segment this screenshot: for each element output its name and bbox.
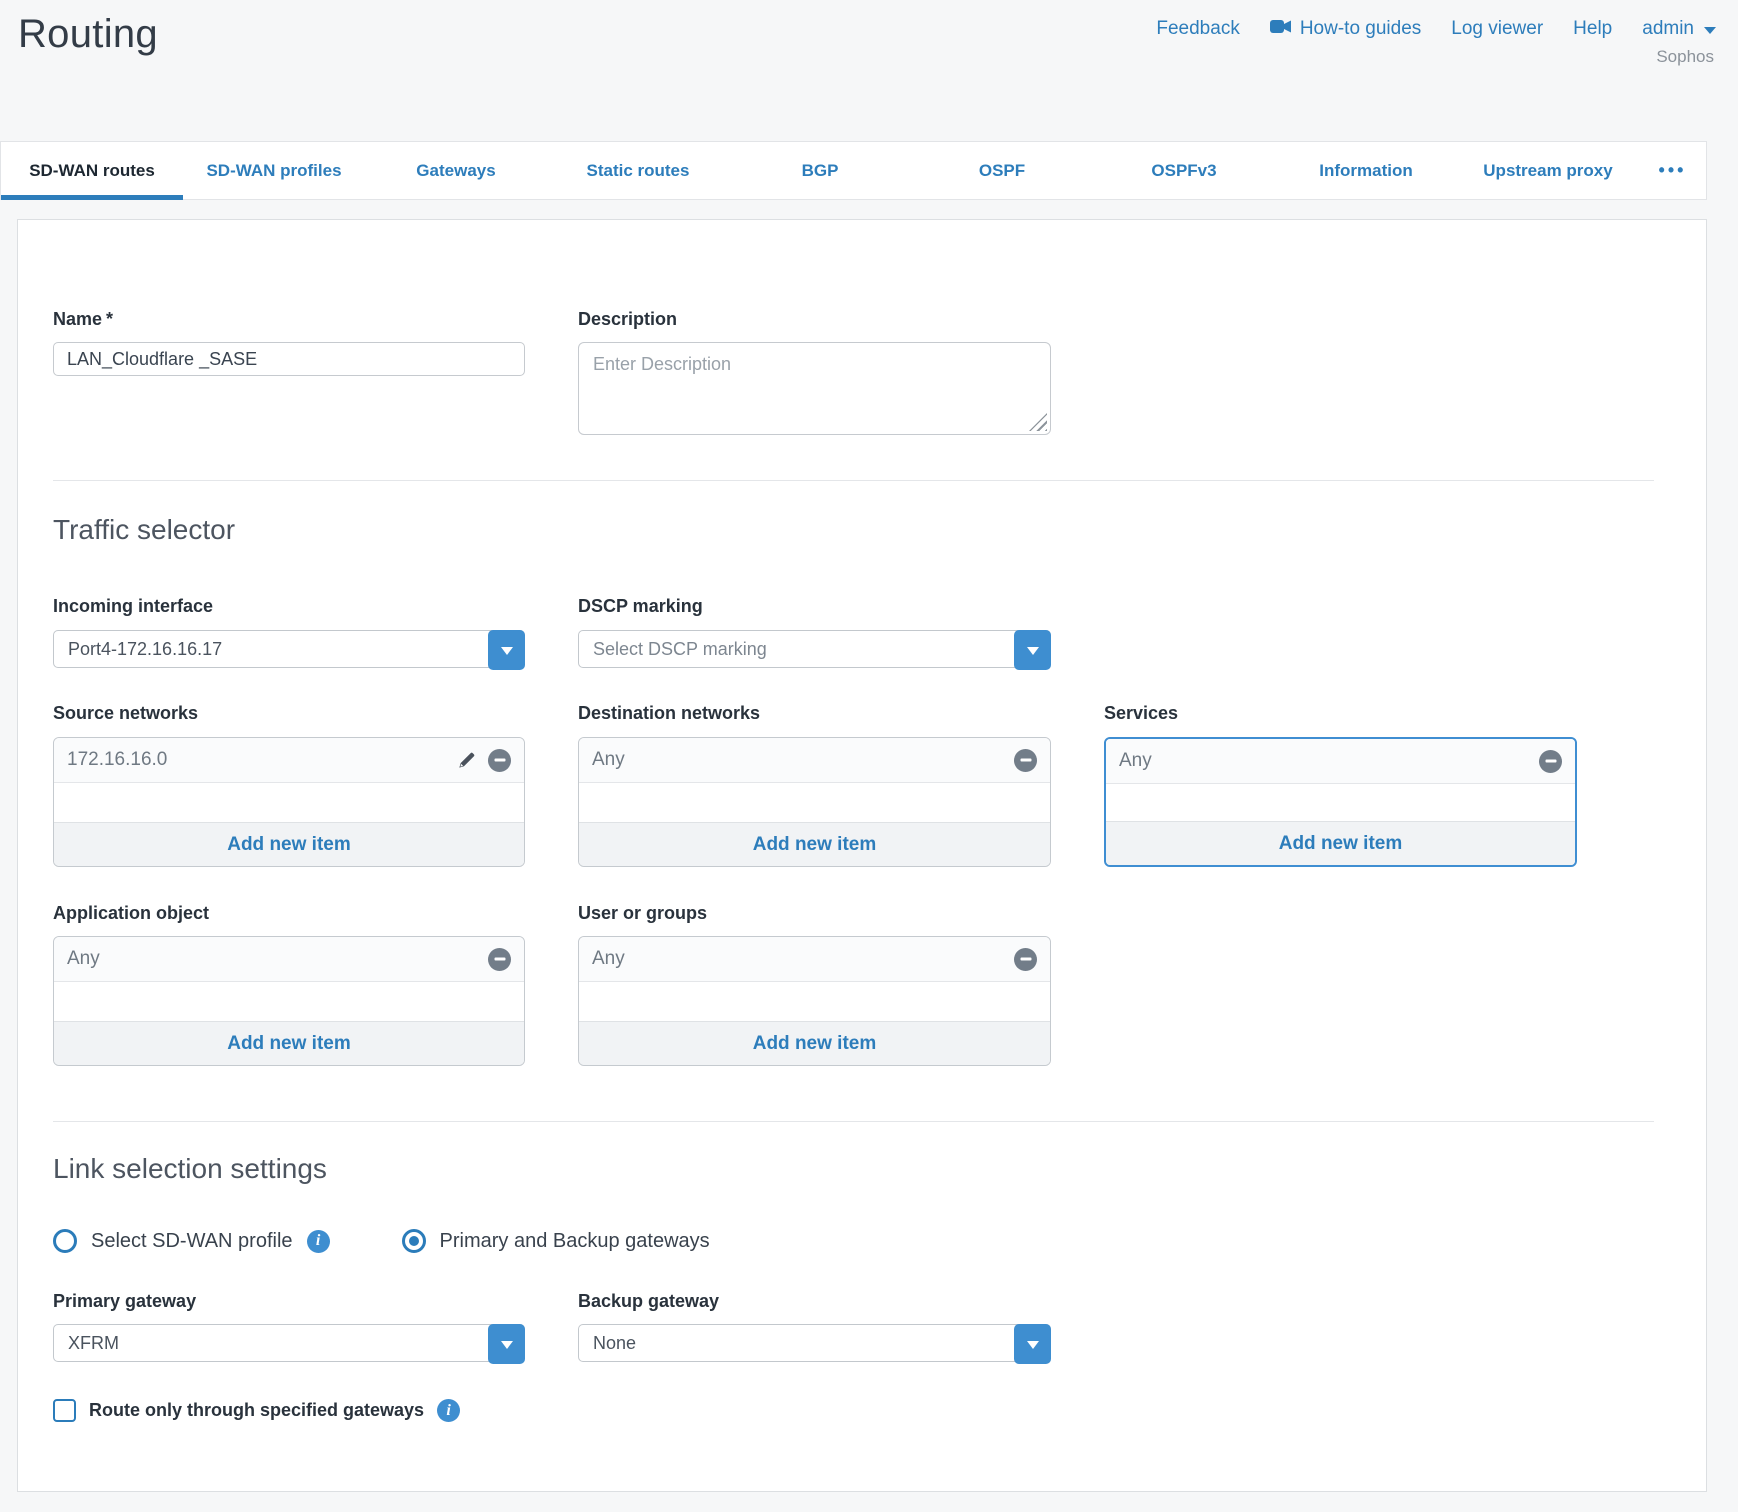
list-item: 172.16.16.0 bbox=[54, 738, 524, 783]
add-new-item-button[interactable]: Add new item bbox=[54, 1021, 524, 1065]
section-divider bbox=[53, 1121, 1654, 1122]
traffic-selector-heading: Traffic selector bbox=[53, 514, 1575, 546]
edit-icon[interactable] bbox=[456, 749, 478, 771]
more-tabs-button[interactable]: ••• bbox=[1639, 142, 1706, 199]
sdwan-route-form-card: Name* Description Traffic selector Incom… bbox=[17, 219, 1707, 1492]
info-icon[interactable]: i bbox=[307, 1230, 330, 1253]
description-label: Description bbox=[578, 309, 1051, 330]
tab-bgp[interactable]: BGP bbox=[729, 142, 911, 199]
source-networks-panel: 172.16.16.0 Add new item bbox=[53, 737, 525, 867]
application-object-label: Application object bbox=[53, 903, 525, 924]
brand-label: Sophos bbox=[1656, 47, 1714, 67]
destination-networks-panel: Any Add new item bbox=[578, 737, 1051, 867]
video-camera-icon bbox=[1270, 18, 1292, 40]
dscp-marking-label: DSCP marking bbox=[578, 596, 1051, 617]
list-item: Any bbox=[1106, 739, 1575, 784]
remove-icon[interactable] bbox=[488, 749, 511, 772]
route-only-checkbox[interactable] bbox=[53, 1399, 76, 1422]
add-new-item-button[interactable]: Add new item bbox=[1106, 821, 1575, 865]
radio-select-sdwan-profile[interactable] bbox=[53, 1229, 77, 1253]
tab-static-routes[interactable]: Static routes bbox=[547, 142, 729, 199]
application-object-panel: Any Add new item bbox=[53, 936, 525, 1066]
dropdown-arrow-icon[interactable] bbox=[488, 1324, 525, 1364]
page-title: Routing bbox=[18, 8, 158, 57]
add-new-item-button[interactable]: Add new item bbox=[54, 822, 524, 866]
routing-tabbar: SD-WAN routes SD-WAN profiles Gateways S… bbox=[0, 141, 1707, 200]
incoming-interface-label: Incoming interface bbox=[53, 596, 525, 617]
dropdown-arrow-icon[interactable] bbox=[1014, 1324, 1051, 1364]
name-label: Name* bbox=[53, 309, 525, 330]
tab-sdwan-profiles[interactable]: SD-WAN profiles bbox=[183, 142, 365, 199]
section-divider bbox=[53, 480, 1654, 481]
dscp-marking-select[interactable]: Select DSCP marking bbox=[578, 630, 1051, 668]
admin-menu[interactable]: admin bbox=[1642, 18, 1716, 40]
tab-upstream-proxy[interactable]: Upstream proxy bbox=[1457, 142, 1639, 199]
incoming-interface-select[interactable]: Port4-172.16.16.17 bbox=[53, 630, 525, 668]
dropdown-arrow-icon[interactable] bbox=[488, 630, 525, 670]
primary-gateway-label: Primary gateway bbox=[53, 1291, 525, 1312]
radio-primary-backup-gateways[interactable] bbox=[402, 1229, 426, 1253]
add-new-item-button[interactable]: Add new item bbox=[579, 1021, 1050, 1065]
radio-label: Select SD-WAN profile bbox=[91, 1230, 293, 1253]
list-item: Any bbox=[579, 937, 1050, 982]
services-label: Services bbox=[1104, 703, 1577, 724]
name-input[interactable] bbox=[53, 342, 525, 376]
remove-icon[interactable] bbox=[1014, 948, 1037, 971]
add-new-item-button[interactable]: Add new item bbox=[579, 822, 1050, 866]
tab-ospf[interactable]: OSPF bbox=[911, 142, 1093, 199]
remove-icon[interactable] bbox=[1539, 750, 1562, 773]
tab-information[interactable]: Information bbox=[1275, 142, 1457, 199]
user-or-groups-panel: Any Add new item bbox=[578, 936, 1051, 1066]
top-nav: Feedback How-to guides Log viewer Help a… bbox=[1156, 8, 1716, 67]
backup-gateway-select[interactable]: None bbox=[578, 1324, 1051, 1362]
tab-gateways[interactable]: Gateways bbox=[365, 142, 547, 199]
tab-ospfv3[interactable]: OSPFv3 bbox=[1093, 142, 1275, 199]
list-item: Any bbox=[54, 937, 524, 982]
dropdown-arrow-icon[interactable] bbox=[1014, 630, 1051, 670]
radio-label: Primary and Backup gateways bbox=[440, 1230, 710, 1253]
remove-icon[interactable] bbox=[1014, 749, 1037, 772]
how-to-guides-link[interactable]: How-to guides bbox=[1270, 18, 1421, 40]
description-textarea[interactable] bbox=[578, 342, 1051, 435]
chevron-down-icon bbox=[1704, 27, 1716, 34]
source-networks-label: Source networks bbox=[53, 703, 525, 724]
remove-icon[interactable] bbox=[488, 948, 511, 971]
info-icon[interactable]: i bbox=[437, 1399, 460, 1422]
feedback-link[interactable]: Feedback bbox=[1156, 18, 1239, 40]
route-only-label: Route only through specified gateways bbox=[89, 1400, 424, 1421]
primary-gateway-select[interactable]: XFRM bbox=[53, 1324, 525, 1362]
required-mark: * bbox=[106, 309, 113, 329]
list-item: Any bbox=[579, 738, 1050, 783]
page-header: Routing Feedback How-to guides Log viewe… bbox=[0, 0, 1738, 141]
help-link[interactable]: Help bbox=[1573, 18, 1612, 40]
destination-networks-label: Destination networks bbox=[578, 703, 1051, 724]
log-viewer-link[interactable]: Log viewer bbox=[1451, 18, 1543, 40]
tab-sdwan-routes[interactable]: SD-WAN routes bbox=[1, 142, 183, 199]
user-or-groups-label: User or groups bbox=[578, 903, 1051, 924]
link-selection-heading: Link selection settings bbox=[53, 1153, 1575, 1185]
backup-gateway-label: Backup gateway bbox=[578, 1291, 1051, 1312]
services-panel: Any Add new item bbox=[1104, 737, 1577, 867]
